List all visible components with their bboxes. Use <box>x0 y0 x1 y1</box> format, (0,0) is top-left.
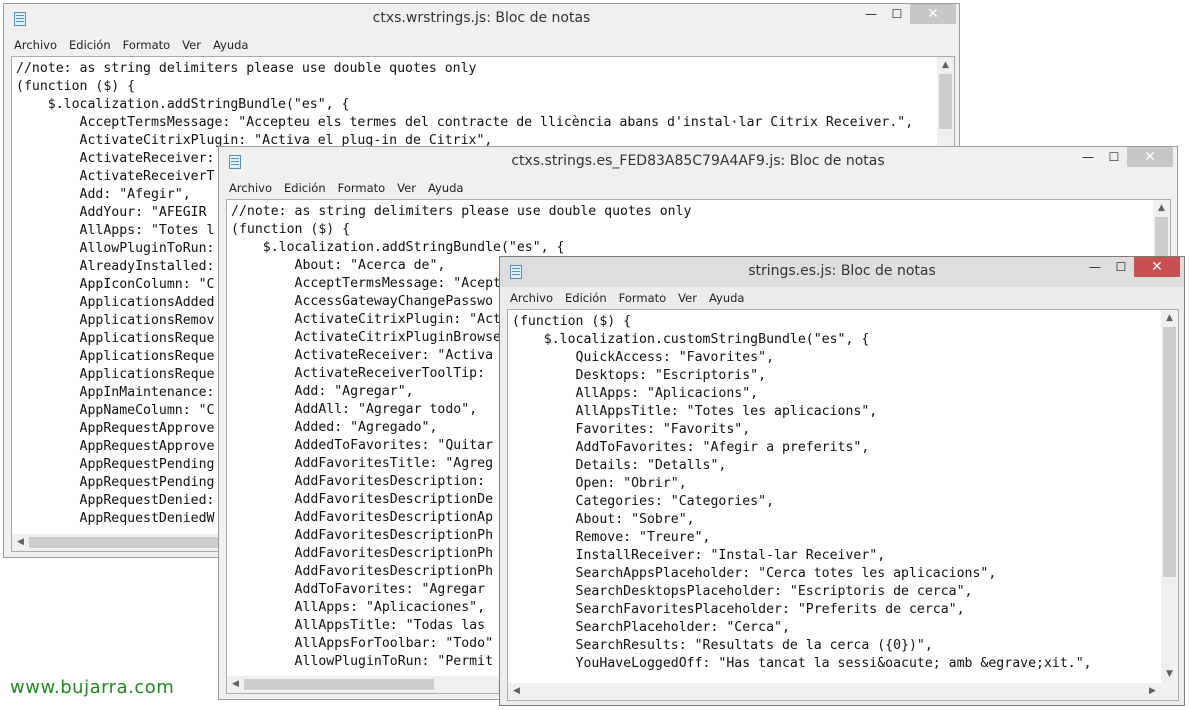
code-line: SearchAppsPlaceholder: "Cerca totes les … <box>512 566 997 581</box>
code-line: Open: "Obrir", <box>512 476 687 491</box>
scrollbar-thumb[interactable] <box>1163 327 1176 577</box>
scroll-up-arrow-icon[interactable]: ▲ <box>1161 310 1178 327</box>
scrollbar-thumb[interactable] <box>939 74 952 129</box>
menu-archivo[interactable]: Archivo <box>8 34 63 56</box>
title-bar[interactable]: strings.es.js: Bloc de notas — ☐ ✕ <box>500 257 1184 287</box>
code-line: AllAppsTitle: "Totes les aplicacions", <box>512 404 878 419</box>
code-line: About: "Sobre", <box>512 512 695 527</box>
code-line: Favorites: "Favorits", <box>512 422 751 437</box>
maximize-button[interactable]: ☐ <box>884 4 910 24</box>
code-line: Categories: "Categories", <box>512 494 775 509</box>
scroll-down-arrow-icon[interactable]: ▼ <box>1161 666 1178 683</box>
menu-ver[interactable]: Ver <box>176 34 207 56</box>
code-line: SearchResults: "Resultats de la cerca ({… <box>512 638 933 653</box>
code-line: Details: "Detalls", <box>512 458 727 473</box>
menu-edicion[interactable]: Edición <box>559 287 613 309</box>
code-line: $.localization.addStringBundle("es", { <box>16 97 350 112</box>
scrollbar-thumb[interactable] <box>244 679 434 690</box>
menu-bar: Archivo Edición Formato Ver Ayuda <box>500 287 1184 309</box>
title-bar[interactable]: ctxs.wrstrings.js: Bloc de notas — ☐ ✕ <box>4 4 959 34</box>
minimize-button[interactable]: — <box>1082 257 1108 277</box>
menu-formato[interactable]: Formato <box>332 177 392 199</box>
menu-ayuda[interactable]: Ayuda <box>207 34 255 56</box>
menu-edicion[interactable]: Edición <box>278 177 332 199</box>
code-line: //note: as string delimiters please use … <box>231 204 692 219</box>
menu-archivo[interactable]: Archivo <box>504 287 559 309</box>
code-line: $.localization.addStringBundle("es", { <box>231 240 565 255</box>
scrollbar-thumb[interactable] <box>29 537 219 548</box>
code-line: AcceptTermsMessage: "Accepteu els termes… <box>16 115 914 130</box>
close-button[interactable]: ✕ <box>1134 257 1180 277</box>
code-line: AllApps: "Aplicacions", <box>512 386 759 401</box>
code-line: Desktops: "Escriptoris", <box>512 368 767 383</box>
editor-content[interactable]: (function ($) { $.localization.customStr… <box>512 313 1092 673</box>
menu-formato[interactable]: Formato <box>613 287 673 309</box>
maximize-button[interactable]: ☐ <box>1101 147 1127 167</box>
code-line: (function ($) { <box>231 222 351 237</box>
maximize-button[interactable]: ☐ <box>1108 257 1134 277</box>
horizontal-scrollbar[interactable]: ◀ ▶ <box>508 683 1161 700</box>
code-line: Remove: "Treure", <box>512 530 711 545</box>
menu-ayuda[interactable]: Ayuda <box>703 287 751 309</box>
notepad-window-strings-es[interactable]: strings.es.js: Bloc de notas — ☐ ✕ Archi… <box>499 256 1185 706</box>
menu-ver[interactable]: Ver <box>672 287 703 309</box>
scroll-left-arrow-icon[interactable]: ◀ <box>227 676 244 693</box>
scroll-up-arrow-icon[interactable]: ▲ <box>937 57 954 74</box>
vertical-scrollbar[interactable]: ▲ ▼ <box>1161 310 1178 683</box>
code-line: SearchPlaceholder: "Cerca", <box>512 620 790 635</box>
code-line: QuickAccess: "Favorites", <box>512 350 775 365</box>
minimize-button[interactable]: — <box>1075 147 1101 167</box>
site-watermark: www.bujarra.com <box>10 677 175 698</box>
title-bar[interactable]: ctxs.strings.es_FED83A85C79A4AF9.js: Blo… <box>219 147 1177 177</box>
code-line: (function ($) { <box>512 314 632 329</box>
close-button[interactable]: ✕ <box>1127 147 1173 167</box>
menu-ver[interactable]: Ver <box>391 177 422 199</box>
scroll-up-arrow-icon[interactable]: ▲ <box>1153 200 1170 217</box>
minimize-button[interactable]: — <box>858 4 884 24</box>
menu-ayuda[interactable]: Ayuda <box>422 177 470 199</box>
menu-formato[interactable]: Formato <box>117 34 177 56</box>
code-line: SearchDesktopsPlaceholder: "Escriptoris … <box>512 584 973 599</box>
close-button[interactable]: ✕ <box>910 4 956 24</box>
code-line: SearchFavoritesPlaceholder: "Preferits d… <box>512 602 965 617</box>
code-line: AddToFavorites: "Afegir a preferits", <box>512 440 870 455</box>
scroll-right-arrow-icon[interactable]: ▶ <box>1144 683 1161 700</box>
window-title: ctxs.strings.es_FED83A85C79A4AF9.js: Blo… <box>511 153 885 169</box>
code-line: //note: as string delimiters please use … <box>16 61 477 76</box>
window-title: ctxs.wrstrings.js: Bloc de notas <box>372 10 591 26</box>
menu-edicion[interactable]: Edición <box>63 34 117 56</box>
scroll-left-arrow-icon[interactable]: ◀ <box>508 683 525 700</box>
scrollbar-corner <box>1161 683 1178 700</box>
code-line: InstallReceiver: "Instal-lar Receiver", <box>512 548 886 563</box>
menu-bar: Archivo Edición Formato Ver Ayuda <box>4 34 959 56</box>
text-editor[interactable]: (function ($) { $.localization.customStr… <box>507 309 1179 701</box>
menu-archivo[interactable]: Archivo <box>223 177 278 199</box>
menu-bar: Archivo Edición Formato Ver Ayuda <box>219 177 1177 199</box>
code-line: (function ($) { <box>16 79 136 94</box>
scroll-left-arrow-icon[interactable]: ◀ <box>12 534 29 551</box>
code-line: $.localization.customStringBundle("es", … <box>512 332 870 347</box>
code-line: YouHaveLoggedOff: "Has tancat la sessi&o… <box>512 656 1092 671</box>
